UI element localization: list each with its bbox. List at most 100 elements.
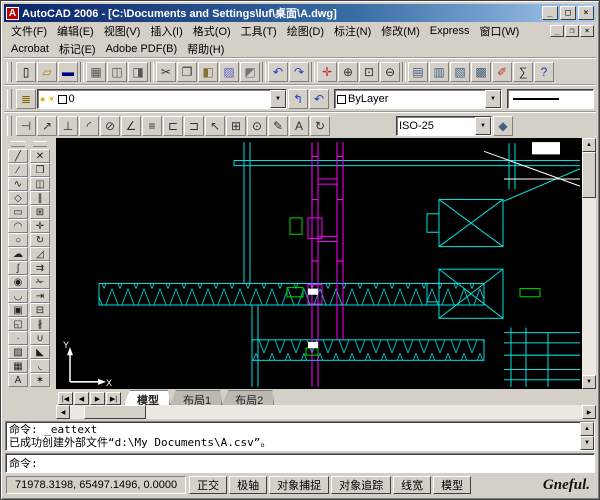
scroll-right-icon[interactable]: ▶ <box>582 405 596 419</box>
status-toggle-4[interactable]: 线宽 <box>393 476 432 494</box>
color-combo[interactable]: ByLayer ▼ <box>334 89 502 109</box>
copy-icon[interactable]: ❐ <box>177 62 197 82</box>
designcenter-icon[interactable]: ▥ <box>429 62 449 82</box>
scroll-left-icon[interactable]: ◀ <box>56 405 70 419</box>
doc-restore-button[interactable]: ❐ <box>565 25 579 37</box>
center-mark-icon[interactable]: ⊙ <box>247 115 267 136</box>
extend-icon[interactable]: ⇥ <box>30 289 50 303</box>
chamfer-icon[interactable]: ◣ <box>30 345 50 359</box>
vertical-scroll-thumb[interactable] <box>582 152 596 198</box>
color-combo-dropdown-icon[interactable]: ▼ <box>485 90 501 108</box>
tab-nav-last[interactable]: ▶| <box>106 392 121 405</box>
menu2-item-3[interactable]: 帮助(H) <box>182 40 229 58</box>
tab-model[interactable]: 模型 <box>124 390 170 405</box>
close-button[interactable]: × <box>578 6 594 20</box>
menu-item-7[interactable]: 标注(N) <box>329 22 376 40</box>
doc-minimize-button[interactable]: _ <box>550 25 564 37</box>
stretch-icon[interactable]: ⇉ <box>30 261 50 275</box>
vertical-scrollbar[interactable]: ▲ ▼ <box>582 138 596 389</box>
menu-item-6[interactable]: 绘图(D) <box>282 22 329 40</box>
coordinates-display[interactable]: 71978.3198, 65497.1496, 0.0000 <box>6 476 187 494</box>
layer-properties-manager-icon[interactable]: ≣ <box>16 89 36 109</box>
zoom-previous-icon[interactable]: ⊖ <box>380 62 400 82</box>
layer-combo[interactable]: ● ☀ 0 ▼ <box>37 89 287 109</box>
tab-nav-next[interactable]: ▶ <box>90 392 105 405</box>
dim-baseline-icon[interactable]: ⊏ <box>163 115 183 136</box>
line-icon[interactable]: ╱ <box>8 149 28 163</box>
ellipse-icon[interactable]: ◉ <box>8 275 28 289</box>
circle-icon[interactable]: ○ <box>8 233 28 247</box>
publish-icon[interactable]: ◨ <box>128 62 148 82</box>
menu-item-3[interactable]: 插入(I) <box>145 22 187 40</box>
redo-icon[interactable]: ↷ <box>289 62 309 82</box>
mirror-icon[interactable]: ◫ <box>30 177 50 191</box>
dimstyle-manager-icon[interactable]: ◆ <box>493 115 513 136</box>
sheetset-manager-icon[interactable]: ▩ <box>471 62 491 82</box>
status-toggle-3[interactable]: 对象追踪 <box>331 476 392 494</box>
menu2-item-2[interactable]: Adobe PDF(B) <box>101 42 183 56</box>
polyline-icon[interactable]: ∿ <box>8 177 28 191</box>
tab-layout1[interactable]: 布局1 <box>170 390 222 405</box>
titlebar[interactable]: A AutoCAD 2006 - [C:\Documents and Setti… <box>4 4 596 22</box>
tab-layout2[interactable]: 布局2 <box>222 390 274 405</box>
tab-nav-first[interactable]: |◀ <box>58 392 73 405</box>
linetype-combo[interactable] <box>507 89 594 109</box>
maximize-button[interactable]: □ <box>560 6 576 20</box>
scroll-down-icon[interactable]: ▼ <box>582 375 596 389</box>
dim-continue-icon[interactable]: ⊐ <box>184 115 204 136</box>
undo-icon[interactable]: ↶ <box>268 62 288 82</box>
status-toggle-2[interactable]: 对象捕捉 <box>269 476 330 494</box>
make-object-layer-current-icon[interactable]: ↰ <box>288 89 308 109</box>
status-toggle-1[interactable]: 极轴 <box>229 476 268 494</box>
insert-block-icon[interactable]: ▣ <box>8 303 28 317</box>
match-properties-icon[interactable]: ▨ <box>219 62 239 82</box>
minimize-button[interactable]: _ <box>542 6 558 20</box>
rotate-icon[interactable]: ↻ <box>30 233 50 247</box>
command-scroll-down-icon[interactable]: ▼ <box>580 436 594 450</box>
command-scrollbar[interactable]: ▲ ▼ <box>580 422 594 450</box>
vertical-scroll-track[interactable] <box>582 152 596 375</box>
break-icon[interactable]: ∦ <box>30 317 50 331</box>
menu-item-4[interactable]: 格式(O) <box>188 22 236 40</box>
help-icon[interactable]: ? <box>534 62 554 82</box>
array-icon[interactable]: ⊞ <box>30 205 50 219</box>
dim-ordinate-icon[interactable]: ⊥ <box>58 115 78 136</box>
tool-palettes-icon[interactable]: ▧ <box>450 62 470 82</box>
toolbar-grip[interactable] <box>7 62 12 82</box>
menu-item-9[interactable]: Express <box>425 24 475 38</box>
erase-icon[interactable]: ✕ <box>30 149 50 163</box>
toolbar-grip[interactable] <box>11 141 25 147</box>
dim-diameter-icon[interactable]: ⊘ <box>100 115 120 136</box>
hatch-icon[interactable]: ▨ <box>8 345 28 359</box>
spline-icon[interactable]: ∫ <box>8 261 28 275</box>
markup-icon[interactable]: ✐ <box>492 62 512 82</box>
rectangle-icon[interactable]: ▭ <box>8 205 28 219</box>
horizontal-scrollbar[interactable]: ◀ ▶ <box>56 405 596 419</box>
break-at-point-icon[interactable]: ⊟ <box>30 303 50 317</box>
trim-icon[interactable]: ✁ <box>30 275 50 289</box>
toolbar-grip[interactable] <box>7 89 12 109</box>
menu-item-10[interactable]: 窗口(W) <box>475 22 525 40</box>
table-icon[interactable]: ▦ <box>8 359 28 373</box>
make-block-icon[interactable]: ◱ <box>8 317 28 331</box>
ellipse-arc-icon[interactable]: ◡ <box>8 289 28 303</box>
dim-angular-icon[interactable]: ∠ <box>121 115 141 136</box>
dim-radius-icon[interactable]: ◜ <box>79 115 99 136</box>
revcloud-icon[interactable]: ☁ <box>8 247 28 261</box>
layer-previous-icon[interactable]: ↶ <box>309 89 329 109</box>
plot-icon[interactable]: ▦ <box>86 62 106 82</box>
toolbar-grip[interactable] <box>7 115 12 136</box>
menu2-item-1[interactable]: 标记(E) <box>54 40 101 58</box>
join-icon[interactable]: ∪ <box>30 331 50 345</box>
save-icon[interactable]: ▬ <box>58 62 78 82</box>
copy-object-icon[interactable]: ❐ <box>30 163 50 177</box>
status-toggle-5[interactable]: 模型 <box>433 476 472 494</box>
polygon-icon[interactable]: ◇ <box>8 191 28 205</box>
quick-dim-icon[interactable]: ≡ <box>142 115 162 136</box>
offset-icon[interactable]: ∥ <box>30 191 50 205</box>
properties-icon[interactable]: ▤ <box>408 62 428 82</box>
pan-icon[interactable]: ✛ <box>317 62 337 82</box>
dim-update-icon[interactable]: ↻ <box>310 115 330 136</box>
menu-item-0[interactable]: 文件(F) <box>6 22 52 40</box>
menu-item-2[interactable]: 视图(V) <box>99 22 146 40</box>
